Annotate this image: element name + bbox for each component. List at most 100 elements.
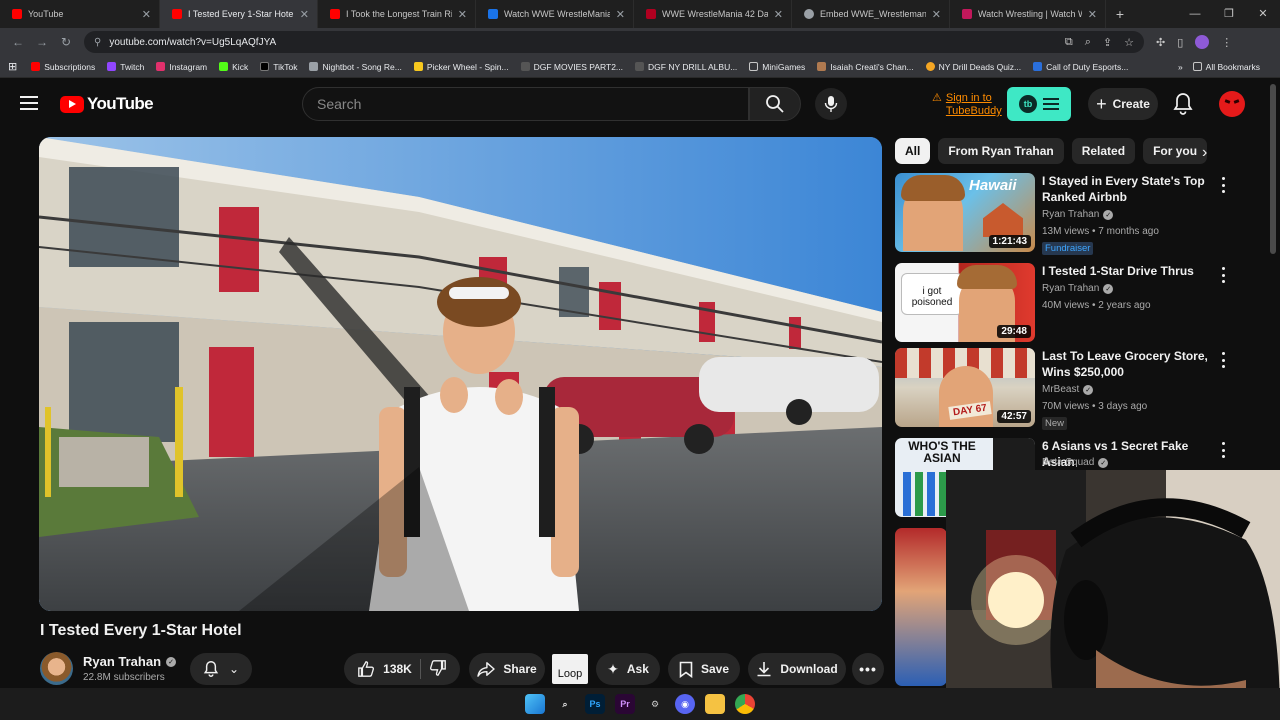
chip-from-channel[interactable]: From Ryan Trahan — [938, 138, 1064, 164]
close-icon[interactable]: ✕ — [142, 8, 151, 21]
bookmark-item[interactable]: TikTok — [260, 62, 297, 72]
windows-start-icon[interactable] — [525, 694, 545, 714]
bookmark-item[interactable]: Twitch — [107, 62, 144, 72]
more-vertical-icon[interactable] — [1217, 177, 1229, 193]
tubebuddy-signin-link[interactable]: ⚠ Sign in to TubeBuddy — [932, 92, 1002, 118]
reload-icon[interactable]: ↻ — [54, 35, 78, 49]
bookmark-star-icon[interactable]: ☆ — [1124, 36, 1134, 49]
browser-tab[interactable]: Watch WWE WrestleMania 42 2 ✕ — [476, 0, 634, 28]
user-avatar[interactable] — [1219, 91, 1245, 117]
ask-button[interactable]: ✦ Ask — [596, 653, 660, 685]
bookmark-item[interactable]: Kick — [219, 62, 248, 72]
search-input[interactable]: Search — [302, 87, 749, 121]
recommendation-title[interactable]: I Tested 1-Star Drive Thrus — [1042, 263, 1212, 279]
bookmark-item[interactable]: NY Drill Deads Quiz... — [925, 62, 1021, 72]
create-button[interactable]: + Create — [1088, 88, 1158, 120]
notifications-bell-icon[interactable] — [1172, 92, 1194, 116]
tubebuddy-button[interactable]: tb — [1007, 87, 1071, 121]
more-vertical-icon[interactable] — [1217, 442, 1229, 458]
more-actions-button[interactable]: ••• — [852, 653, 884, 685]
browser-tab[interactable]: WWE WrestleMania 42 Day 1 2 ✕ — [634, 0, 792, 28]
chip-for-you[interactable]: For you — [1143, 138, 1208, 164]
menu-icon[interactable] — [20, 96, 38, 110]
chip-all[interactable]: All — [895, 138, 931, 164]
video-thumbnail[interactable]: Hawaii 1:21:43 — [895, 173, 1035, 252]
browser-tab-active[interactable]: I Tested Every 1-Star Hotel - You ✕ — [160, 0, 318, 28]
install-icon[interactable]: ⧉ — [1065, 36, 1073, 49]
channel-avatar[interactable] — [40, 652, 73, 685]
chip-related[interactable]: Related — [1071, 138, 1136, 164]
close-icon[interactable]: ✕ — [1088, 8, 1097, 21]
forward-icon[interactable]: → — [30, 35, 54, 49]
back-icon[interactable]: ← — [6, 35, 30, 49]
apps-icon[interactable]: ⊞ — [8, 60, 17, 73]
new-tab-icon[interactable]: + — [1106, 6, 1134, 22]
file-explorer-icon[interactable] — [705, 694, 725, 714]
recommendation-item[interactable]: DAY 67 42:57 Last To Leave Grocery Store… — [895, 348, 1240, 430]
recommendation-channel[interactable]: MrBeast ✓ — [1042, 384, 1094, 395]
video-thumbnail[interactable]: DAY 67 42:57 — [895, 348, 1035, 427]
browser-tab[interactable]: YouTube ✕ — [0, 0, 160, 28]
bookmark-item[interactable]: Call of Duty Esports... — [1033, 62, 1128, 72]
extensions-icon[interactable]: ✣ — [1156, 36, 1165, 49]
share-page-icon[interactable]: ⇪ — [1103, 36, 1112, 49]
channel-name[interactable]: Ryan Trahan ✓ — [83, 654, 177, 669]
close-icon[interactable]: ✕ — [616, 8, 625, 21]
chevron-right-icon[interactable]: » — [1178, 62, 1183, 72]
premiere-icon[interactable]: Pr — [615, 694, 635, 714]
recommendation-channel[interactable]: Ryan Trahan ✓ — [1042, 209, 1114, 220]
site-info-icon[interactable]: ⚲ — [94, 37, 101, 48]
photoshop-icon[interactable]: Ps — [585, 694, 605, 714]
close-window-icon[interactable]: ✕ — [1246, 0, 1280, 28]
video-player[interactable] — [39, 137, 882, 611]
recommendation-title[interactable]: Last To Leave Grocery Store, Wins $250,0… — [1042, 348, 1212, 380]
youtube-logo[interactable]: YouTube — [60, 94, 154, 114]
video-thumbnail[interactable]: i got poisoned 29:48 — [895, 263, 1035, 342]
search-icon[interactable]: ⌕ — [555, 694, 575, 714]
close-icon[interactable]: ✕ — [774, 8, 783, 21]
recommendation-channel[interactable]: Beta Squad ✓ — [1042, 457, 1109, 468]
chrome-menu-icon[interactable]: ⋮ — [1221, 36, 1232, 49]
like-button[interactable]: 138K — [357, 660, 412, 678]
more-vertical-icon[interactable] — [1217, 267, 1229, 283]
bookmark-folder[interactable]: MiniGames — [749, 62, 805, 72]
voice-search-button[interactable] — [815, 88, 847, 120]
browser-tab[interactable]: Watch Wrestling | Watch WWE ✕ — [950, 0, 1106, 28]
search-button[interactable] — [749, 87, 801, 121]
recommendation-item[interactable]: i got poisoned 29:48 I Tested 1-Star Dri… — [895, 263, 1240, 343]
browser-tab[interactable]: Embed WWE_Wrestlemania_20 ✕ — [792, 0, 950, 28]
browser-tab[interactable]: I Took the Longest Train Ride in ✕ — [318, 0, 476, 28]
more-vertical-icon[interactable] — [1217, 352, 1229, 368]
close-icon[interactable]: ✕ — [300, 8, 309, 21]
recommendation-title[interactable]: I Stayed in Every State's Top Ranked Air… — [1042, 173, 1212, 205]
all-bookmarks[interactable]: All Bookmarks — [1192, 62, 1260, 72]
page-scrollbar[interactable] — [1270, 84, 1276, 254]
save-button[interactable]: Save — [668, 653, 740, 685]
recommendation-channel[interactable]: Ryan Trahan ✓ — [1042, 283, 1114, 294]
bookmark-item[interactable]: DGF NY DRILL ALBU... — [635, 62, 737, 72]
bookmark-item[interactable]: Subscriptions — [31, 62, 95, 72]
settings-icon[interactable]: ⚙ — [645, 694, 665, 714]
minimize-icon[interactable]: — — [1178, 0, 1212, 28]
share-button[interactable]: Share — [469, 653, 545, 685]
profile-icon[interactable] — [1195, 35, 1210, 49]
bookmark-item[interactable]: Instagram — [156, 62, 207, 72]
sidepanel-icon[interactable]: ▯ — [1177, 36, 1183, 49]
chrome-icon[interactable] — [735, 694, 755, 714]
chevron-right-icon[interactable]: › — [1202, 144, 1207, 162]
close-icon[interactable]: ✕ — [932, 8, 941, 21]
video-thumbnail[interactable] — [895, 528, 947, 686]
zoom-icon[interactable]: ⌕ — [1085, 36, 1091, 49]
maximize-icon[interactable]: ❐ — [1212, 0, 1246, 28]
address-bar[interactable]: ⚲ youtube.com/watch?v=Ug5LqAQfJYA ⧉ ⌕ ⇪ … — [84, 31, 1144, 53]
download-button[interactable]: Download — [748, 653, 846, 685]
discord-icon[interactable]: ◉ — [675, 694, 695, 714]
recommendation-item[interactable]: Hawaii 1:21:43 I Stayed in Every State's… — [895, 173, 1240, 255]
bookmark-item[interactable]: Nightbot - Song Re... — [309, 62, 402, 72]
close-icon[interactable]: ✕ — [458, 8, 467, 21]
bookmark-item[interactable]: Isaiah Creati's Chan... — [817, 62, 914, 72]
bookmark-item[interactable]: Picker Wheel - Spin... — [413, 62, 509, 72]
dislike-button[interactable] — [429, 659, 447, 680]
loop-button[interactable]: Loop — [552, 654, 588, 684]
bookmark-item[interactable]: DGF MOVIES PART2... — [520, 62, 623, 72]
